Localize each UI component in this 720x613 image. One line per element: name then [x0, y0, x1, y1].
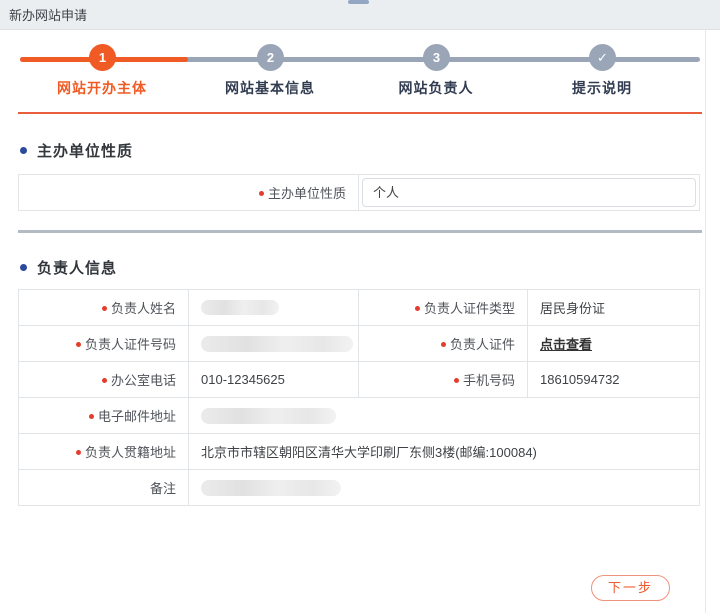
table-row: 主办单位性质 个人 — [19, 175, 700, 211]
step-2-label: 网站基本信息 — [205, 78, 335, 98]
redacted-email-value — [201, 408, 336, 424]
step-4-label: 提示说明 — [537, 78, 667, 98]
section-divider — [18, 230, 702, 233]
remark-label: 备注 — [19, 470, 189, 506]
section-title-text: 负责人信息 — [37, 257, 117, 278]
cert-view-cell: 点击查看 — [528, 326, 700, 362]
email-value-cell — [189, 398, 700, 434]
step-1-label: 网站开办主体 — [37, 78, 167, 98]
table-row: 电子邮件地址 — [19, 398, 700, 434]
required-marker-icon — [441, 342, 446, 347]
mobile-label: 手机号码 — [359, 362, 528, 398]
principal-name-value-cell — [189, 290, 359, 326]
redacted-name-value — [201, 300, 279, 315]
cert-label: 负责人证件 — [359, 326, 528, 362]
next-step-button[interactable]: 下一步 — [591, 575, 670, 601]
office-phone-value: 010-12345625 — [189, 362, 359, 398]
required-marker-icon — [454, 378, 459, 383]
table-row: 负责人证件号码 负责人证件 点击查看 — [19, 326, 700, 362]
section-organizer-nature-title: 主办单位性质 — [20, 140, 720, 161]
cert-no-label: 负责人证件号码 — [19, 326, 189, 362]
stepper-divider — [18, 112, 702, 114]
required-marker-icon — [76, 450, 81, 455]
step-2-circle: 2 — [257, 44, 284, 71]
step-4-check-icon: ✓ — [589, 44, 616, 71]
dialog-title: 新办网站申请 — [9, 5, 87, 24]
organizer-nature-table: 主办单位性质 个人 — [18, 174, 700, 211]
required-marker-icon — [259, 191, 264, 196]
organizer-nature-label: 主办单位性质 — [19, 175, 359, 211]
section-principal-info-title: 负责人信息 — [20, 257, 720, 278]
email-label: 电子邮件地址 — [19, 398, 189, 434]
step-1-circle: 1 — [89, 44, 116, 71]
principal-name-label: 负责人姓名 — [19, 290, 189, 326]
required-marker-icon — [89, 414, 94, 419]
cert-no-value-cell — [189, 326, 359, 362]
organizer-nature-value: 个人 — [362, 178, 696, 207]
cert-type-label: 负责人证件类型 — [359, 290, 528, 326]
required-marker-icon — [102, 378, 107, 383]
address-label: 负责人贯籍地址 — [19, 434, 189, 470]
dialog-footer: 下一步 — [0, 575, 670, 601]
dialog-titlebar: 新办网站申请 — [0, 0, 720, 30]
required-marker-icon — [76, 342, 81, 347]
office-phone-label: 办公室电话 — [19, 362, 189, 398]
organizer-nature-value-cell: 个人 — [359, 175, 700, 211]
remark-value-cell — [189, 470, 700, 506]
mobile-value: 18610594732 — [528, 362, 700, 398]
step-3-circle: 3 — [423, 44, 450, 71]
redacted-remark-value — [201, 480, 341, 496]
step-3-label: 网站负责人 — [371, 78, 501, 98]
address-value: 北京市市辖区朝阳区清华大学印刷厂东侧3楼(邮编:100084) — [189, 434, 700, 470]
required-marker-icon — [102, 306, 107, 311]
redacted-cert-no-value — [201, 336, 353, 352]
table-row: 负责人姓名 负责人证件类型 居民身份证 — [19, 290, 700, 326]
cert-type-value: 居民身份证 — [528, 290, 700, 326]
principal-info-table: 负责人姓名 负责人证件类型 居民身份证 负责人证件号码 负责人证件 点击查看 办… — [18, 289, 700, 506]
progress-stepper: 1 2 3 ✓ 网站开办主体 网站基本信息 网站负责人 提示说明 — [18, 40, 702, 102]
section-bullet-icon — [20, 264, 27, 271]
new-website-application-dialog: 新办网站申请 1 2 3 ✓ 网站开办主体 网站基本信息 网站负责人 提示说明 … — [0, 0, 720, 613]
panel-right-edge — [705, 30, 706, 613]
scrollbar-thumb[interactable] — [348, 0, 369, 4]
view-certificate-link[interactable]: 点击查看 — [540, 337, 592, 352]
table-row: 负责人贯籍地址 北京市市辖区朝阳区清华大学印刷厂东侧3楼(邮编:100084) — [19, 434, 700, 470]
required-marker-icon — [415, 306, 420, 311]
section-bullet-icon — [20, 147, 27, 154]
section-title-text: 主办单位性质 — [37, 140, 133, 161]
table-row: 备注 — [19, 470, 700, 506]
table-row: 办公室电话 010-12345625 手机号码 18610594732 — [19, 362, 700, 398]
